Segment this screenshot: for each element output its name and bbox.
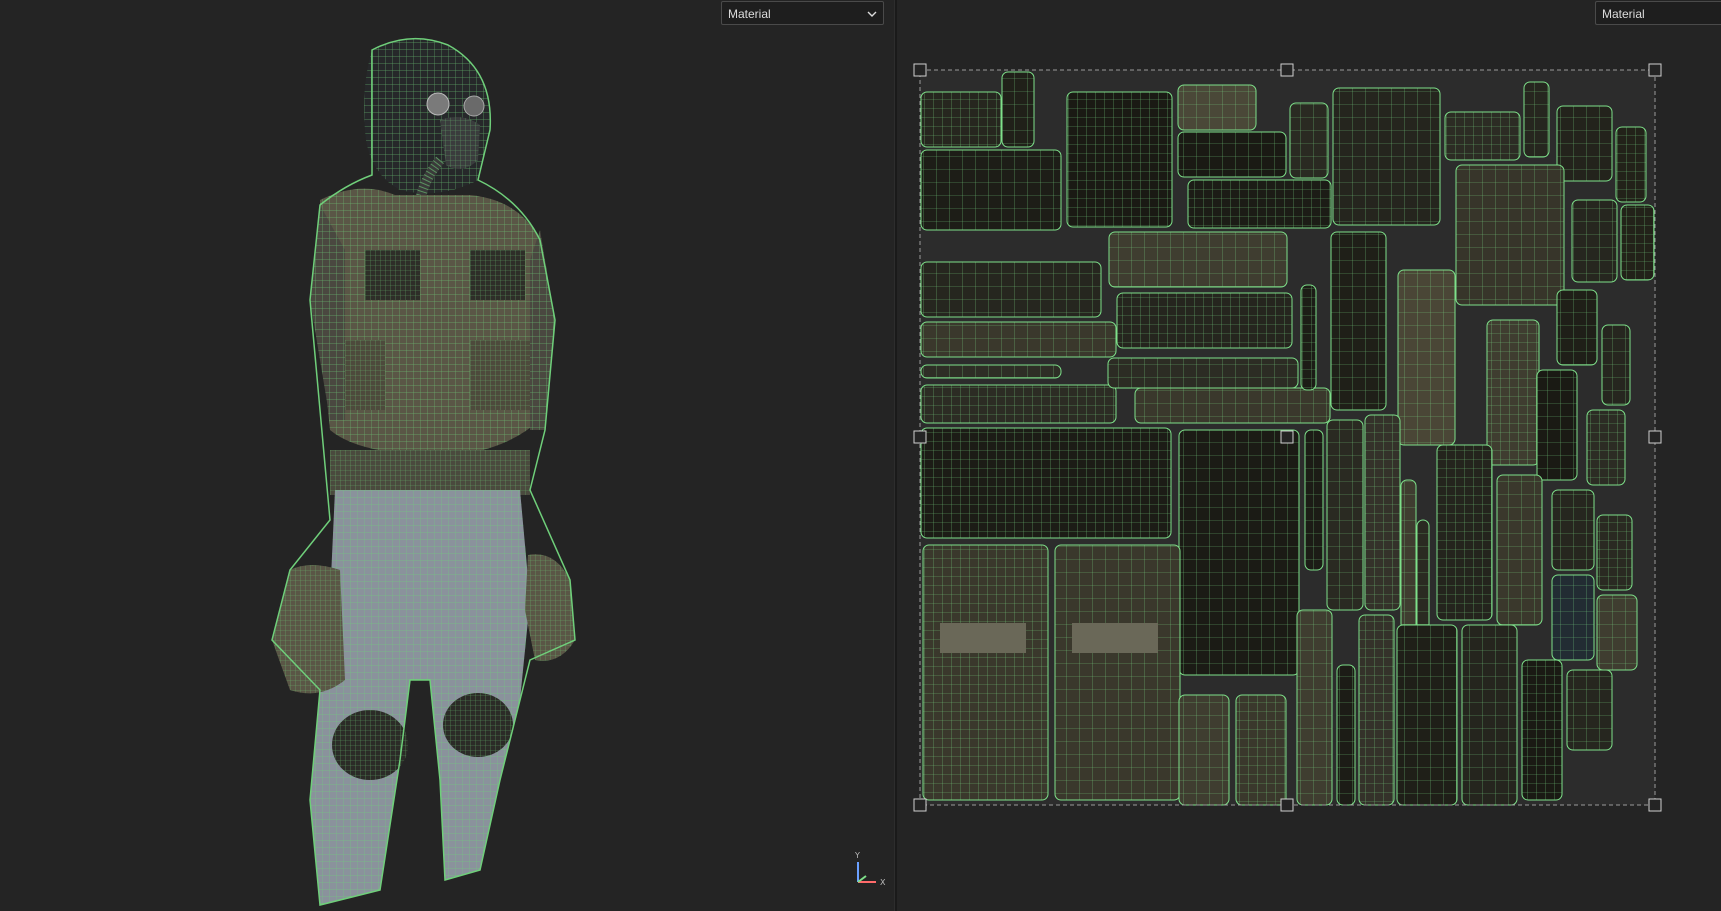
uv-island-wire — [1620, 204, 1655, 281]
uv-island-wire — [1556, 289, 1598, 366]
uv-island-wire — [1536, 369, 1578, 481]
uv-island-wire — [1108, 231, 1288, 288]
transform-handle[interactable] — [1648, 63, 1662, 77]
uv-island-wire — [1296, 609, 1333, 806]
uv-editor-viewport[interactable]: Material — [897, 0, 1721, 911]
uv-island-wire — [1187, 179, 1332, 229]
uv-layout[interactable] — [897, 0, 1721, 911]
uv-island-wire — [1304, 429, 1324, 571]
uv-island-wire — [1326, 419, 1364, 611]
material-select-value: Material — [1602, 7, 1645, 21]
material-select-right[interactable]: Material — [1595, 1, 1721, 25]
uv-island-wire — [1444, 111, 1521, 161]
3d-viewport[interactable]: Material Y X — [0, 0, 894, 911]
uv-island-wire — [920, 149, 1062, 231]
uv-island-wire — [1523, 81, 1550, 158]
uv-island-patch — [1072, 623, 1158, 653]
uv-island-wire — [920, 384, 1117, 424]
uv-island-wire — [1116, 292, 1293, 349]
uv-island-wire — [1364, 414, 1401, 611]
transform-handle[interactable] — [1648, 798, 1662, 812]
uv-island-wire — [1358, 614, 1395, 806]
uv-island-wire — [1396, 624, 1458, 806]
uv-island-wire — [1400, 479, 1417, 631]
uv-island-wire — [1178, 429, 1300, 676]
uv-island-wire — [1596, 514, 1633, 591]
uv-island-wire — [1455, 164, 1565, 306]
uv-island-wire — [1461, 624, 1518, 806]
uv-island-wire — [1521, 659, 1563, 801]
axis-y-label: Y — [854, 851, 860, 860]
transform-handle[interactable] — [1648, 430, 1662, 444]
uv-island-wire — [1496, 474, 1543, 626]
uv-island-wire — [922, 544, 1049, 801]
uv-island-wire — [1551, 574, 1595, 661]
transform-handle[interactable] — [1280, 798, 1294, 812]
uv-island-wire — [1551, 489, 1595, 571]
axis-x-label: X — [880, 878, 886, 887]
character-model[interactable] — [0, 0, 894, 911]
uv-island-wire — [1615, 126, 1647, 203]
uv-island-wire — [920, 91, 1002, 148]
uv-island-patch — [940, 623, 1026, 653]
uv-island-wire — [1336, 664, 1356, 806]
uv-island-wire — [1586, 409, 1626, 486]
uv-island-wire — [1178, 694, 1230, 806]
uv-island-wire — [1001, 71, 1035, 148]
uv-island-wire — [920, 261, 1102, 318]
uv-island-wire — [1486, 319, 1540, 466]
uv-island-wire — [1107, 357, 1299, 389]
uv-island-wire — [1330, 231, 1387, 411]
uv-island-wire — [1289, 102, 1329, 179]
uv-island-wire — [1596, 594, 1638, 671]
uv-island-wire — [1134, 387, 1331, 424]
transform-handle[interactable] — [1280, 430, 1294, 444]
uv-island-wire — [1332, 87, 1441, 226]
transform-handle[interactable] — [913, 63, 927, 77]
transform-handle[interactable] — [1280, 63, 1294, 77]
chevron-down-icon — [867, 11, 877, 17]
uv-island-wire — [1397, 269, 1456, 446]
material-select-left[interactable]: Material — [721, 1, 884, 25]
uv-island-wire — [1177, 84, 1257, 131]
transform-handle[interactable] — [913, 798, 927, 812]
uv-island-wire — [1601, 324, 1631, 406]
transform-handle[interactable] — [913, 430, 927, 444]
uv-island-wire — [920, 427, 1172, 539]
uv-island-wire — [1566, 669, 1613, 751]
character-mesh — [271, 37, 576, 906]
uv-island-wire — [1177, 131, 1287, 178]
uv-island-wire — [1235, 694, 1287, 806]
uv-island-wire — [1300, 284, 1317, 391]
uv-island-wire — [1066, 91, 1173, 228]
uv-island-wire — [1416, 519, 1430, 631]
uv-island-wire — [920, 321, 1117, 358]
axis-gizmo: Y X — [854, 851, 886, 887]
uv-island-wire — [1571, 199, 1618, 283]
uv-island-wire — [920, 364, 1062, 379]
uv-island-wire — [1556, 105, 1613, 182]
uv-island-wire — [1436, 444, 1493, 621]
uv-island-wire — [1054, 544, 1181, 801]
material-select-value: Material — [728, 7, 771, 21]
